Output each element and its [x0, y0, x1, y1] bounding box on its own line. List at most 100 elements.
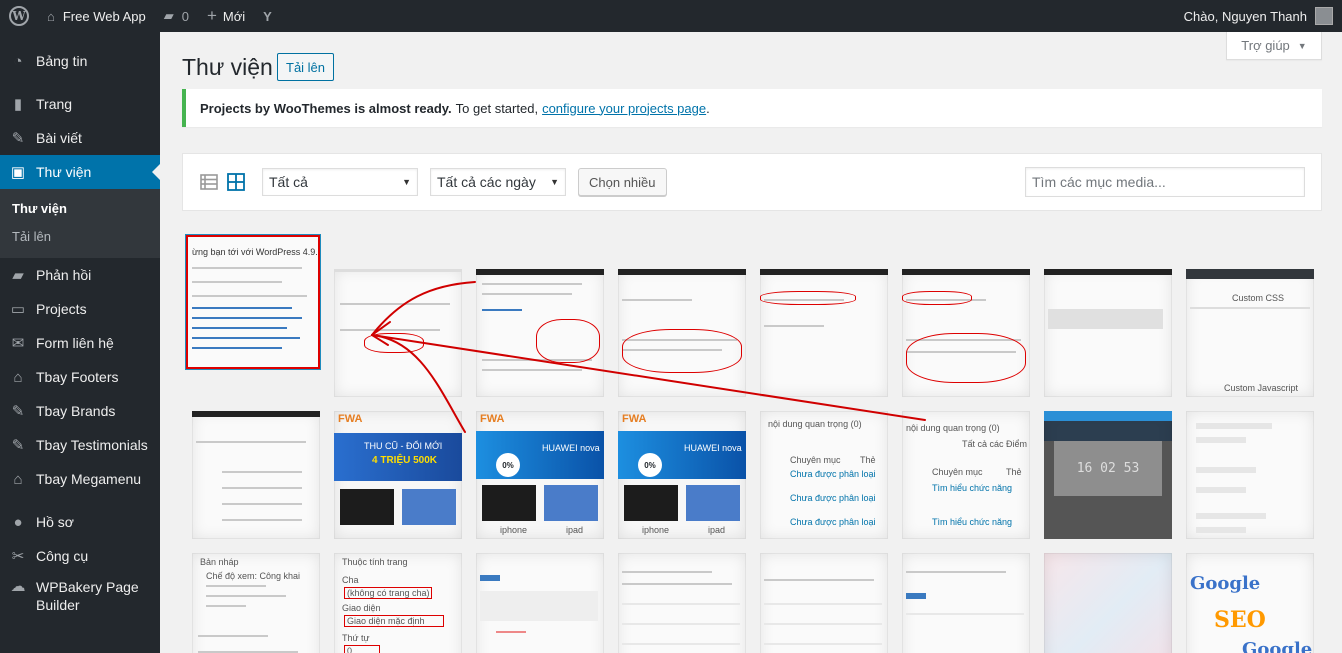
cloud-icon: ☁: [10, 578, 26, 595]
media-item[interactable]: Thuộc tính trang Cha (không có trang cha…: [334, 553, 462, 653]
media-item[interactable]: FWA 0% HUAWEI nova iphone ipad: [618, 411, 746, 539]
sidebar-item-label: Trang: [36, 96, 73, 112]
sidebar-item-contact-form[interactable]: ✉ Form liên hệ: [0, 326, 160, 360]
user-account-menu[interactable]: Chào, Nguyen Thanh: [1175, 0, 1342, 32]
tile-caption: nội dung quan trọng (0): [906, 423, 1000, 433]
tile-caption: Thứ tự: [342, 633, 370, 643]
media-item[interactable]: FWA 0% HUAWEI nova iphone ipad: [476, 411, 604, 539]
yoast-seo-menu[interactable]: Y: [254, 0, 281, 32]
greeting: Chào, Nguyen Thanh: [1183, 8, 1307, 24]
media-item[interactable]: nội dung quan trọng (0) Chuyên mục Thẻ C…: [760, 411, 888, 539]
tile-caption: Chế độ xem: Công khai: [206, 571, 301, 581]
tile-caption: Giao diện: [342, 603, 381, 613]
configure-projects-link[interactable]: configure your projects page: [542, 101, 706, 116]
tile-caption: Thuộc tính trang: [342, 557, 408, 567]
media-item[interactable]: [1044, 553, 1172, 653]
media-item[interactable]: Custom CSS Custom Javascript: [1186, 269, 1314, 397]
bulk-select-button[interactable]: Chọn nhiều: [578, 168, 667, 196]
folder-icon: ▭: [10, 301, 26, 318]
grid-view-icon[interactable]: [226, 172, 246, 192]
discount-badge: 0%: [496, 453, 520, 477]
wordpress-logo-button[interactable]: W: [0, 0, 38, 32]
tile-caption: ipad: [566, 525, 584, 535]
media-submenu: Thư viện Tải lên: [0, 189, 160, 258]
sidebar-item-label: Hồ sơ: [36, 514, 74, 530]
clock-display: 16 02 53: [1054, 441, 1162, 496]
yoast-icon: Y: [263, 8, 272, 24]
sidebar-item-comments[interactable]: ▰ Phản hồi: [0, 258, 160, 292]
media-search-input[interactable]: Tìm các mục media...: [1025, 167, 1305, 197]
date-filter[interactable]: Tất cả các ngày ▼: [430, 168, 566, 196]
media-item[interactable]: 16 02 53: [1044, 411, 1172, 539]
sidebar-item-label: Công cụ: [36, 548, 89, 564]
media-item[interactable]: nội dung quan trọng (0) Tất cả các Điểm …: [902, 411, 1030, 539]
site-name-link[interactable]: ⌂ Free Web App: [38, 0, 155, 32]
sidebar-item-tbay-footers[interactable]: ⌂ Tbay Footers: [0, 360, 160, 394]
tile-caption: iphone: [642, 525, 670, 535]
sidebar-item-wpbakery[interactable]: ☁ WPBakery Page Builder: [0, 573, 160, 615]
media-item[interactable]: [1044, 269, 1172, 397]
media-item[interactable]: [902, 553, 1030, 653]
mail-icon: ✉: [11, 335, 25, 352]
media-item[interactable]: [618, 553, 746, 653]
tile-caption: Thẻ: [860, 455, 876, 465]
sidebar-item-label: Tbay Testimonials: [36, 437, 148, 453]
sidebar-item-tools[interactable]: ✂ Công cụ: [0, 539, 160, 573]
submenu-library[interactable]: Thư viện: [0, 195, 160, 223]
media-item[interactable]: [618, 269, 746, 397]
media-item[interactable]: [476, 269, 604, 397]
notice-bold: Projects by WooThemes is almost ready.: [200, 100, 452, 116]
sidebar-item-dashboard[interactable]: ◔ Bảng tin: [0, 44, 160, 78]
submenu-upload[interactable]: Tải lên: [0, 223, 160, 251]
huawei-text: HUAWEI nova: [542, 443, 600, 453]
google-logo: Google: [1190, 573, 1261, 594]
sidebar-item-label: Tbay Megamenu: [36, 471, 142, 487]
media-item[interactable]: Google SEO Google: [1186, 553, 1314, 653]
media-item[interactable]: [1186, 411, 1314, 539]
sidebar-item-tbay-megamenu[interactable]: ⌂ Tbay Megamenu: [0, 462, 160, 496]
tile-caption: Chuyên mục: [790, 455, 841, 465]
media-item[interactable]: [902, 269, 1030, 397]
media-item[interactable]: Bản nháp Chế độ xem: Công khai: [192, 553, 320, 653]
media-item[interactable]: FWA THU CŨ - ĐỔI MỚI 4 TRIỆU 500K: [334, 411, 462, 539]
admin-bar: W ⌂ Free Web App ▰ 0 + Mới Y Chào, Nguye…: [0, 0, 1342, 32]
home-icon: ⌂: [13, 470, 23, 488]
comments-count: 0: [181, 8, 189, 24]
new-content-link[interactable]: + Mới: [198, 0, 254, 32]
sidebar-item-profile[interactable]: ● Hồ sơ: [0, 505, 160, 539]
filter-type-value: Tất cả: [269, 174, 308, 190]
list-view-icon[interactable]: [199, 172, 219, 192]
tile-caption: nội dung quan trọng (0): [768, 419, 862, 429]
media-item[interactable]: [760, 269, 888, 397]
discount-badge: 0%: [638, 453, 662, 477]
media-item[interactable]: [192, 411, 320, 539]
add-new-button[interactable]: Tải lên: [277, 53, 335, 81]
sidebar-item-projects[interactable]: ▭ Projects: [0, 292, 160, 326]
dashboard-icon: ◔: [13, 52, 23, 70]
caret-down-icon: ▼: [1297, 40, 1307, 51]
sidebar-item-posts[interactable]: ✎ Bài viết: [0, 121, 160, 155]
media-item[interactable]: [334, 269, 462, 397]
sidebar-item-pages[interactable]: ▮ Trang: [0, 87, 160, 121]
sidebar-item-media[interactable]: ▣ Thư viện: [0, 155, 160, 189]
media-item[interactable]: ừng bạn tới với WordPress 4.9.8: [186, 235, 320, 369]
tile-caption: Tìm hiểu chức năng: [932, 517, 1013, 527]
google-logo: Google: [1242, 639, 1313, 653]
chevron-down-icon: ▼: [550, 177, 559, 187]
sidebar-item-tbay-brands[interactable]: ✎ Tbay Brands: [0, 394, 160, 428]
sidebar-item-tbay-testimonials[interactable]: ✎ Tbay Testimonials: [0, 428, 160, 462]
help-tab-button[interactable]: Trợ giúp ▼: [1226, 32, 1322, 60]
comments-link[interactable]: ▰ 0: [155, 0, 198, 32]
search-placeholder: Tìm các mục media...: [1032, 174, 1166, 190]
media-type-filter[interactable]: Tất cả ▼: [262, 168, 418, 196]
media-item[interactable]: [760, 553, 888, 653]
main-content: Trợ giúp ▼ Thư viện Tải lên Projects by …: [160, 32, 1342, 653]
sidebar-item-label: Bảng tin: [36, 53, 88, 69]
brand-logo: FWA: [480, 413, 505, 425]
chevron-down-icon: ▼: [402, 177, 411, 187]
tile-caption: (không có trang cha): [344, 587, 432, 599]
media-item[interactable]: [476, 553, 604, 653]
tile-caption: Bản nháp: [200, 557, 239, 567]
pin-icon: ✎: [11, 403, 25, 420]
wordpress-icon: W: [9, 6, 29, 26]
